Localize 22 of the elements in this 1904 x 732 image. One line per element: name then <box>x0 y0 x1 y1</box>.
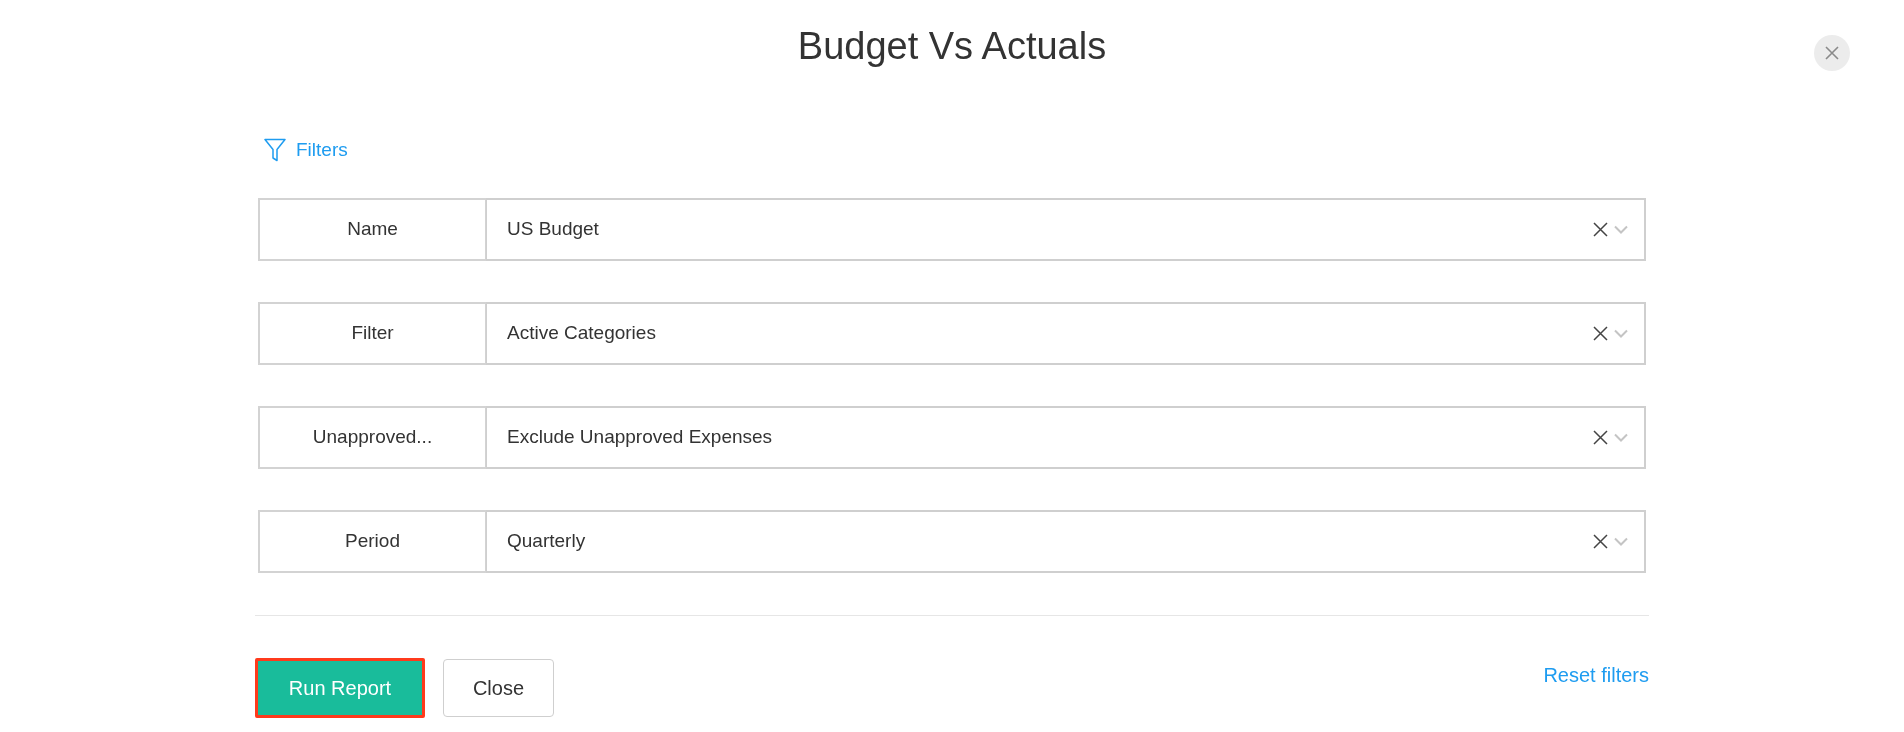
clear-icon <box>1593 534 1608 549</box>
filters-label: Filters <box>296 138 348 162</box>
field-label: Filter <box>258 302 486 365</box>
close-button[interactable] <box>1814 35 1850 71</box>
select-field[interactable]: Active Categories <box>486 302 1646 365</box>
clear-icon <box>1593 430 1608 445</box>
field-label: Name <box>258 198 486 261</box>
close-icon <box>1825 46 1839 60</box>
close-dialog-button[interactable]: Close <box>443 659 554 717</box>
select-field[interactable]: US Budget <box>486 198 1646 261</box>
select-field[interactable]: Quarterly <box>486 510 1646 573</box>
clear-icon <box>1593 222 1608 237</box>
field-label: Period <box>258 510 486 573</box>
field-label: Unapproved... <box>258 406 486 469</box>
dialog-title: Budget Vs Actuals <box>797 24 1107 68</box>
chevron-down-icon <box>1614 225 1628 234</box>
clear-icon <box>1593 326 1608 341</box>
funnel-icon <box>264 138 286 162</box>
select-field[interactable]: Exclude Unapproved Expenses <box>486 406 1646 469</box>
chevron-down-icon <box>1614 433 1628 442</box>
chevron-down-icon <box>1614 329 1628 338</box>
chevron-down-icon <box>1614 537 1628 546</box>
